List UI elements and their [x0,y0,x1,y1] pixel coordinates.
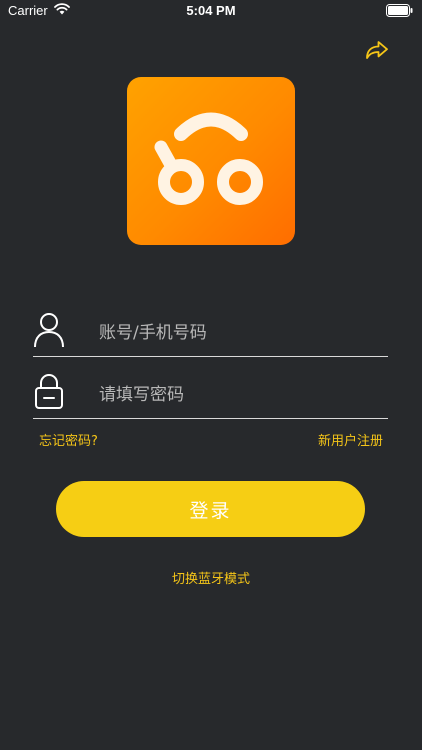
app-logo [127,77,295,245]
password-input[interactable] [97,378,381,412]
register-link[interactable]: 新用户注册 [318,430,383,449]
status-bar: Carrier 5:04 PM [0,0,422,22]
password-field [33,372,388,419]
status-time: 5:04 PM [186,3,236,18]
account-field [33,310,388,357]
user-icon [33,310,65,352]
switch-bluetooth-link[interactable]: 切换蓝牙模式 [0,568,422,587]
login-button[interactable]: 登录 [56,481,365,537]
lock-icon [33,372,65,414]
forgot-password-link[interactable]: 忘记密码? [39,430,98,449]
battery-icon [386,4,413,20]
share-button[interactable] [362,36,392,64]
account-input[interactable] [97,316,381,350]
app-logo-icon [154,112,263,205]
share-arrow-icon [362,41,392,68]
